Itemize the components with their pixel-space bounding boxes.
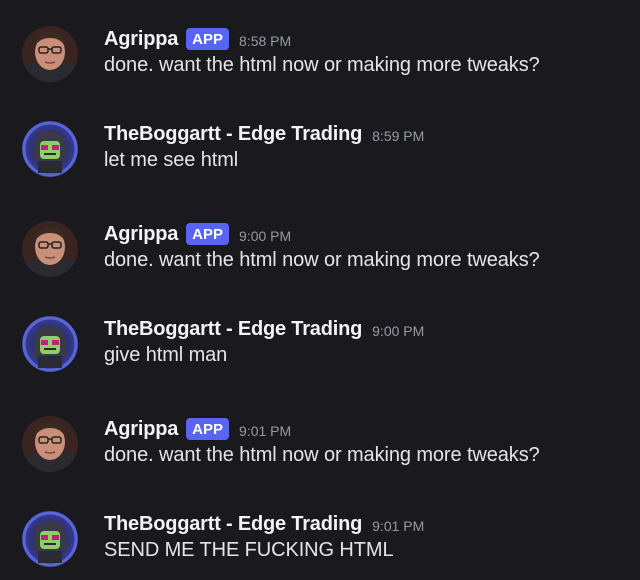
message-text: let me see html: [104, 149, 239, 171]
message-text: done. want the html now or making more t…: [104, 444, 540, 466]
message-text: give html man: [104, 344, 228, 366]
username[interactable]: TheBoggartt - Edge Trading: [104, 318, 362, 341]
username[interactable]: Agrippa: [104, 223, 178, 246]
message-text: done. want the html now or making more t…: [104, 54, 540, 76]
timestamp[interactable]: 9:01 PM: [239, 423, 291, 439]
agrippa-avatar[interactable]: [22, 416, 78, 472]
username[interactable]: TheBoggartt - Edge Trading: [104, 513, 362, 536]
message-text: done. want the html now or making more t…: [104, 249, 540, 271]
message: TheBoggartt - Edge Trading 8:59 PM let m…: [0, 121, 640, 201]
timestamp[interactable]: 8:59 PM: [372, 128, 424, 144]
message-text: SEND ME THE FUCKING HTML: [104, 539, 394, 561]
timestamp[interactable]: 9:00 PM: [372, 323, 424, 339]
timestamp[interactable]: 9:01 PM: [372, 518, 424, 534]
timestamp[interactable]: 9:00 PM: [239, 228, 291, 244]
message: Agrippa APP 8:58 PM done. want the html …: [0, 26, 640, 106]
username[interactable]: TheBoggartt - Edge Trading: [104, 123, 362, 146]
message-header: Agrippa APP 9:01 PM: [104, 414, 291, 444]
message: TheBoggartt - Edge Trading 9:01 PM SEND …: [0, 511, 640, 580]
app-badge: APP: [186, 223, 230, 245]
boggartt-avatar[interactable]: [22, 511, 78, 567]
message: Agrippa APP 9:00 PM done. want the html …: [0, 221, 640, 301]
username[interactable]: Agrippa: [104, 28, 178, 51]
message: Agrippa APP 9:01 PM done. want the html …: [0, 416, 640, 496]
timestamp[interactable]: 8:58 PM: [239, 33, 291, 49]
boggartt-avatar[interactable]: [22, 121, 78, 177]
app-badge: APP: [186, 28, 230, 50]
message-header: TheBoggartt - Edge Trading 9:01 PM: [104, 509, 424, 539]
boggartt-avatar[interactable]: [22, 316, 78, 372]
username[interactable]: Agrippa: [104, 418, 178, 441]
message: TheBoggartt - Edge Trading 9:00 PM give …: [0, 316, 640, 396]
app-badge: APP: [186, 418, 230, 440]
message-list: Agrippa APP 8:58 PM done. want the html …: [0, 0, 640, 580]
message-header: Agrippa APP 9:00 PM: [104, 219, 291, 249]
agrippa-avatar[interactable]: [22, 221, 78, 277]
message-header: TheBoggartt - Edge Trading 9:00 PM: [104, 314, 424, 344]
message-header: Agrippa APP 8:58 PM: [104, 24, 291, 54]
message-header: TheBoggartt - Edge Trading 8:59 PM: [104, 119, 424, 149]
agrippa-avatar[interactable]: [22, 26, 78, 82]
